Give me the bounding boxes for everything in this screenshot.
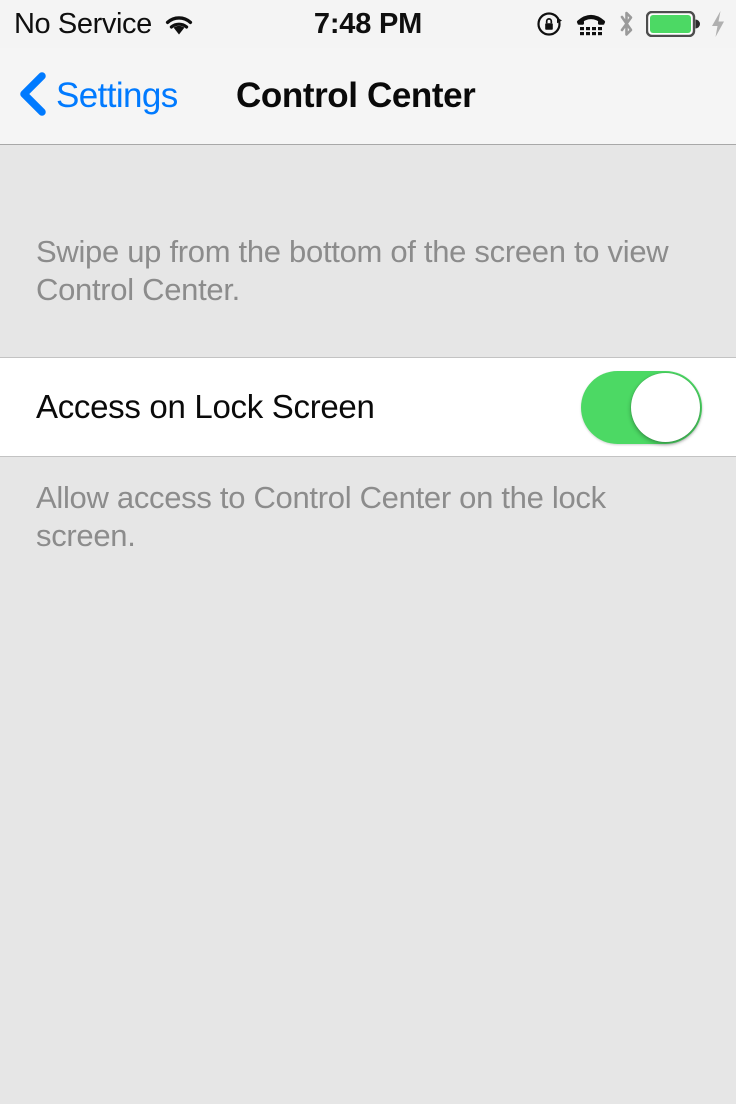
status-bar: No Service 7:48 PM	[0, 0, 736, 48]
bluetooth-icon	[617, 9, 636, 39]
status-bar-right	[535, 9, 726, 39]
navigation-bar: Settings Control Center	[0, 48, 736, 145]
charging-bolt-icon	[710, 10, 726, 38]
status-bar-left: No Service	[14, 7, 194, 40]
section-footer-description: Allow access to Control Center on the lo…	[36, 480, 606, 554]
access-on-lock-screen-toggle[interactable]	[581, 370, 702, 444]
back-button[interactable]: Settings	[16, 71, 178, 122]
carrier-label: No Service	[14, 7, 152, 40]
settings-table-group: Access on Lock Screen	[0, 357, 736, 458]
table-row[interactable]: Access on Lock Screen	[0, 358, 736, 456]
section-header-description: Swipe up from the bottom of the screen t…	[36, 234, 669, 308]
battery-icon	[646, 11, 700, 37]
rotation-lock-icon	[535, 9, 565, 39]
chevron-left-icon[interactable]	[16, 71, 50, 122]
page-title: Control Center	[236, 76, 476, 115]
clock-label: 7:48 PM	[313, 7, 423, 40]
settings-content: Swipe up from the bottom of the screen t…	[0, 145, 736, 1104]
tty-icon	[575, 10, 607, 38]
row-label-access-on-lock-screen: Access on Lock Screen	[36, 388, 375, 426]
toggle-knob	[631, 372, 700, 442]
wifi-icon	[164, 13, 194, 36]
back-button-label[interactable]: Settings	[56, 76, 178, 116]
